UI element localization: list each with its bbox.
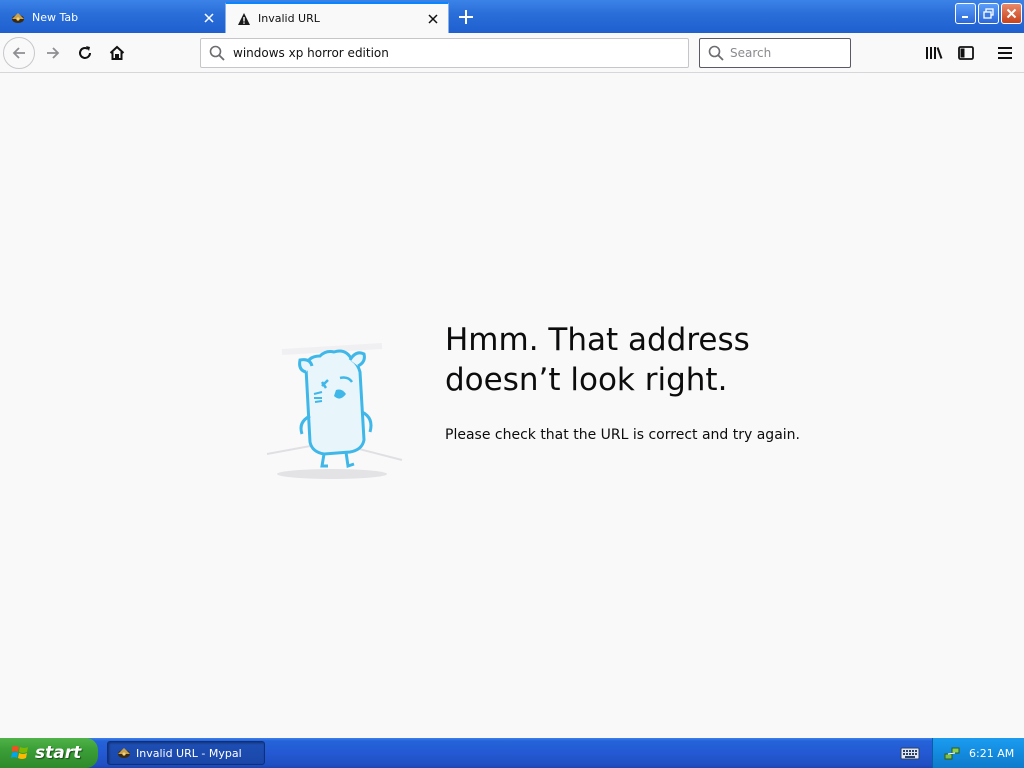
error-description: Please check that the URL is correct and… [445, 427, 800, 443]
restore-icon [983, 8, 994, 19]
search-input[interactable] [730, 46, 880, 60]
close-icon [1006, 8, 1017, 19]
error-title: Hmm. That address doesn’t look right. [445, 322, 750, 398]
windows-logo-icon [11, 746, 28, 759]
home-icon [109, 45, 125, 60]
mypal-logo-icon [10, 10, 26, 26]
arrow-right-icon [47, 47, 60, 59]
home-button[interactable] [101, 37, 133, 69]
search-icon [209, 44, 227, 62]
sidebar-toggle-button[interactable] [950, 37, 982, 69]
close-tab-icon[interactable] [422, 8, 444, 30]
back-button[interactable] [3, 37, 35, 69]
tab-strip: New Tab Invalid URL [0, 0, 1024, 33]
taskbar: start Invalid URL - Mypal 6:21 AM [0, 738, 1024, 768]
minimize-button[interactable] [955, 3, 976, 24]
library-button[interactable] [918, 37, 950, 69]
plus-icon [459, 10, 473, 24]
network-icon[interactable] [943, 744, 961, 762]
search-icon [708, 44, 724, 62]
close-window-button[interactable] [1001, 3, 1022, 24]
navigation-toolbar [0, 33, 1024, 73]
tab-invalid-url[interactable]: Invalid URL [225, 2, 449, 33]
confused-mascot-illustration [266, 343, 403, 479]
warning-icon [236, 11, 252, 27]
reload-button[interactable] [69, 37, 101, 69]
error-page: Hmm. That address doesn’t look right. Pl… [0, 74, 1024, 738]
tab-label: Invalid URL [258, 12, 320, 25]
library-icon [926, 47, 943, 59]
close-tab-icon[interactable] [198, 7, 220, 29]
reload-icon [79, 46, 91, 59]
mypal-logo-icon [118, 748, 130, 758]
forward-button[interactable] [37, 37, 69, 69]
url-bar[interactable] [200, 38, 689, 68]
start-label: start [35, 743, 82, 763]
restore-button[interactable] [978, 3, 999, 24]
arrow-left-icon [12, 47, 25, 59]
search-bar[interactable] [699, 38, 880, 68]
tab-label: New Tab [32, 11, 79, 24]
keyboard-icon[interactable] [900, 745, 920, 761]
url-input[interactable] [233, 46, 688, 60]
system-tray: 6:21 AM [932, 738, 1024, 768]
new-tab-button[interactable] [452, 4, 480, 30]
start-button[interactable]: start [0, 738, 98, 768]
menu-button[interactable] [989, 37, 1021, 69]
clock[interactable]: 6:21 AM [969, 747, 1014, 760]
window-controls [955, 3, 1022, 24]
taskbar-item-mypal[interactable]: Invalid URL - Mypal [107, 741, 265, 765]
tab-new-tab[interactable]: New Tab [0, 2, 224, 33]
taskbar-item-label: Invalid URL - Mypal [136, 746, 242, 760]
sidebar-icon [958, 46, 974, 60]
hamburger-menu-icon [998, 47, 1012, 59]
minimize-icon [961, 15, 968, 18]
